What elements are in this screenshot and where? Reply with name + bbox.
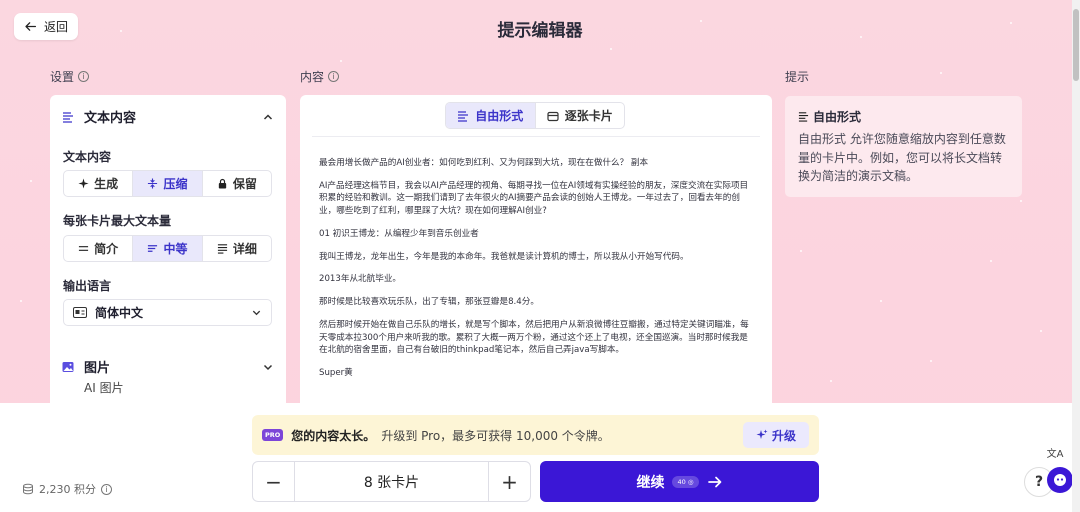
tab-freeform[interactable]: 自由形式 bbox=[446, 103, 535, 128]
content-section-label: 内容 i bbox=[300, 68, 340, 85]
images-section[interactable]: 图片 AI 图片 bbox=[62, 357, 274, 396]
text-lines-icon bbox=[458, 110, 469, 122]
tabs-divider bbox=[312, 136, 760, 137]
lines-short-icon bbox=[79, 246, 89, 251]
amount-detailed-button[interactable]: 详细 bbox=[203, 236, 271, 261]
images-desc: AI 图片 bbox=[84, 381, 124, 395]
page-scrollbar[interactable] bbox=[1072, 0, 1080, 512]
credits-value: 2,230 积分 bbox=[39, 483, 96, 496]
credit-cost-badge: 40 ◎ bbox=[672, 475, 699, 488]
continue-button[interactable]: 继续 40 ◎ bbox=[540, 461, 819, 502]
hint-card: 自由形式 自由形式 允许您随意缩放内容到任意数量的卡片中。例如，您可以将长文档转… bbox=[785, 96, 1022, 197]
mode-condense-label: 压缩 bbox=[163, 177, 188, 191]
image-icon bbox=[62, 361, 74, 372]
chevron-down-icon bbox=[252, 310, 261, 316]
continue-label: 继续 bbox=[636, 474, 665, 491]
hint-title-text: 自由形式 bbox=[813, 110, 862, 124]
output-language-label: 输出语言 bbox=[63, 279, 112, 293]
amount-brief-label: 简介 bbox=[94, 242, 119, 256]
hint-section-label: 提示 bbox=[785, 68, 809, 85]
mode-generate-label: 生成 bbox=[94, 177, 119, 191]
mode-preserve-button[interactable]: 保留 bbox=[203, 171, 271, 196]
tab-card-by-card-label: 逐张卡片 bbox=[564, 109, 613, 123]
paragraph: 01 初识王博龙：从编程少年到音乐创业者 bbox=[319, 228, 479, 239]
images-title: 图片 bbox=[84, 361, 111, 376]
chevron-up-icon[interactable] bbox=[262, 111, 274, 123]
settings-label-text: 设置 bbox=[50, 70, 75, 84]
lock-icon bbox=[218, 178, 226, 189]
content-mode-tabs: 自由形式 逐张卡片 bbox=[445, 102, 625, 129]
content-editor[interactable]: 最会用增长做产品的AI创业者：如何吃到红利、又为何踩到大坑，现在在做什么？ 副本… bbox=[319, 157, 756, 390]
upgrade-label: 升级 bbox=[771, 428, 796, 443]
mode-preserve-label: 保留 bbox=[232, 177, 257, 191]
tab-freeform-label: 自由形式 bbox=[475, 109, 524, 123]
content-too-long-banner: PRO 您的内容太长。 升级到 Pro，最多可获得 10,000 个令牌。 升级 bbox=[252, 415, 819, 455]
upgrade-button[interactable]: 升级 bbox=[743, 422, 809, 448]
arrow-right-icon bbox=[707, 476, 721, 487]
text-lines-icon bbox=[63, 111, 73, 123]
mode-generate-button[interactable]: 生成 bbox=[64, 171, 134, 196]
increment-button[interactable]: + bbox=[489, 462, 530, 501]
amount-medium-label: 中等 bbox=[163, 242, 188, 256]
hint-label-text: 提示 bbox=[785, 70, 810, 84]
language-value: 简体中文 bbox=[95, 306, 144, 320]
bottom-bar: PRO 您的内容太长。 升级到 Pro，最多可获得 10,000 个令牌。 升级… bbox=[0, 403, 1080, 512]
info-icon[interactable]: i bbox=[78, 71, 90, 82]
content-label-text: 内容 bbox=[300, 70, 325, 84]
lines-medium-icon bbox=[148, 245, 158, 252]
translate-icon[interactable]: 文A bbox=[1046, 443, 1064, 461]
text-amount-selector: 简介 中等 详细 bbox=[63, 235, 272, 262]
paragraph: 最会用增长做产品的AI创业者：如何吃到红利、又为何踩到大坑，现在在做什么？ 副本 bbox=[319, 158, 649, 168]
text-mode-selector: 生成 压缩 保留 bbox=[63, 170, 272, 197]
amount-medium-button[interactable]: 中等 bbox=[133, 236, 203, 261]
paragraph: 那时候是比较喜欢玩乐队，出了专辑，那张豆瓣是8.4分。 bbox=[319, 297, 539, 308]
card-count-stepper: − 8 张卡片 + bbox=[252, 461, 531, 502]
warning-rest: 升级到 Pro，最多可获得 10,000 个令牌。 bbox=[381, 428, 610, 443]
text-content-header[interactable]: 文本内容 bbox=[62, 107, 274, 126]
max-text-label: 每张卡片最大文本量 bbox=[63, 214, 172, 228]
mode-condense-button[interactable]: 压缩 bbox=[133, 171, 203, 196]
language-select[interactable]: 简体中文 bbox=[63, 299, 272, 326]
page-title: 提示编辑器 bbox=[497, 21, 583, 41]
warning-strong: 您的内容太长。 bbox=[291, 428, 376, 443]
card-icon bbox=[547, 111, 559, 121]
card-count-value[interactable]: 8 张卡片 bbox=[294, 462, 489, 501]
amount-detailed-label: 详细 bbox=[232, 242, 257, 256]
chat-bot-icon bbox=[1054, 474, 1066, 486]
text-content-title: 文本内容 bbox=[84, 111, 137, 126]
info-icon[interactable]: i bbox=[101, 483, 112, 495]
chat-button[interactable] bbox=[1047, 467, 1073, 493]
tab-card-by-card[interactable]: 逐张卡片 bbox=[534, 103, 625, 128]
info-icon[interactable]: i bbox=[328, 71, 340, 82]
lines-detailed-icon bbox=[217, 244, 227, 254]
paragraph: 我叫王博龙，龙年出生，今年是我的本命年。我爸就是读计算机的博士，所以我从小开始写… bbox=[319, 251, 689, 262]
sparkle-icon bbox=[756, 429, 768, 439]
credit-cost-value: 40 bbox=[677, 477, 686, 486]
content-panel: 自由形式 逐张卡片 最会用增长做产品的AI创业者：如何吃到红利、又为何踩到大坑，… bbox=[300, 95, 772, 415]
paragraph: AI产品经理这档节目，我会以AI产品经理的视角、每期寻找一位在AI领域有实操经验… bbox=[319, 180, 749, 216]
scrollbar-thumb[interactable] bbox=[1073, 9, 1079, 81]
settings-section-label: 设置 i bbox=[50, 68, 90, 85]
paragraph: 然后那时候开始在做自己乐队的增长，就是写个脚本，然后把用户从新浪微博往豆瓣搬，通… bbox=[319, 320, 749, 356]
pro-badge: PRO bbox=[262, 429, 284, 441]
text-lines-icon bbox=[798, 112, 809, 122]
credits-display: 2,230 积分 i bbox=[22, 481, 112, 497]
text-content-label: 文本内容 bbox=[63, 150, 112, 164]
chevron-down-icon[interactable] bbox=[262, 361, 274, 373]
paragraph: Super黄 bbox=[319, 367, 353, 378]
compress-icon bbox=[148, 178, 158, 189]
decrement-button[interactable]: − bbox=[253, 462, 294, 501]
settings-panel: 文本内容 文本内容 生成 压缩 保留 每张卡片最大文本量 简介 中等 详细 输出… bbox=[50, 95, 286, 415]
coins-icon bbox=[23, 483, 33, 495]
hint-title: 自由形式 bbox=[798, 108, 1009, 125]
sparkle-icon bbox=[78, 178, 89, 189]
translate-icon bbox=[73, 307, 87, 318]
amount-brief-button[interactable]: 简介 bbox=[64, 236, 134, 261]
hint-body: 自由形式 允许您随意缩放内容到任意数量的卡片中。例如，您可以将长文档转换为简洁的… bbox=[798, 132, 1006, 183]
paragraph: 2013年从北航毕业。 bbox=[319, 274, 402, 285]
